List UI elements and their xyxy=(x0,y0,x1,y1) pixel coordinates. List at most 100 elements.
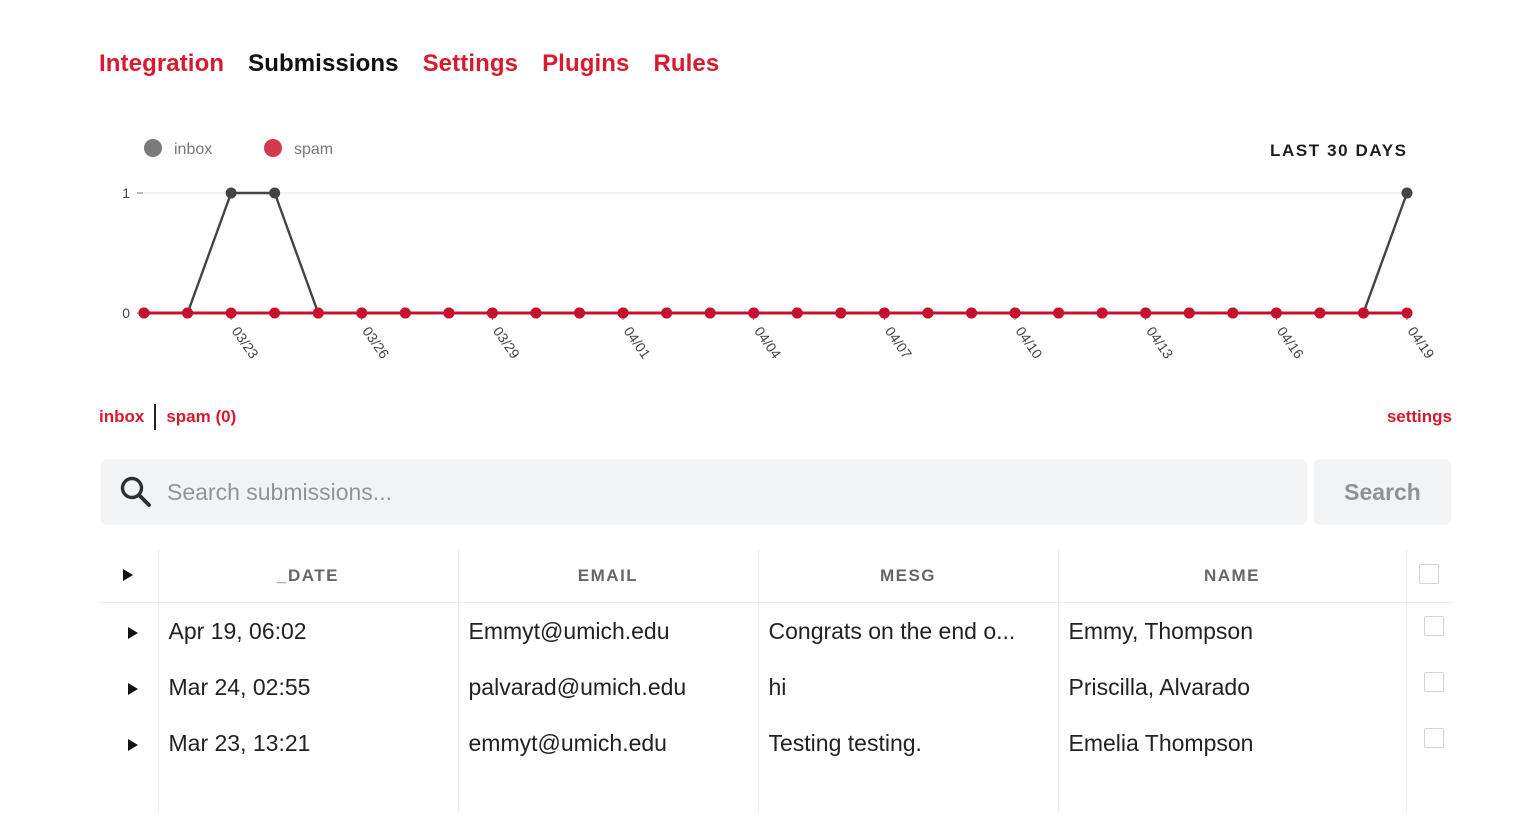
search-button[interactable]: Search xyxy=(1314,459,1451,525)
x-tick-label: 04/04 xyxy=(751,324,784,362)
expand-cell xyxy=(100,659,158,715)
inbox-series-line xyxy=(144,191,1409,315)
column-header-email[interactable]: EMAIL xyxy=(457,550,758,603)
x-tick-label: 04/13 xyxy=(1143,324,1176,362)
cell-mesg: hi xyxy=(757,659,1058,715)
row-checkbox[interactable] xyxy=(1423,615,1444,636)
expand-row-icon[interactable] xyxy=(128,626,139,639)
spam-point xyxy=(1140,307,1152,319)
search-input[interactable] xyxy=(165,477,1269,507)
tab-plugins[interactable]: Plugins xyxy=(542,50,629,78)
spam-point xyxy=(574,307,586,319)
cell-date: Apr 19, 06:02 xyxy=(157,602,458,659)
spam-point xyxy=(530,307,542,319)
subnav-divider xyxy=(154,404,157,430)
spam-point xyxy=(1009,307,1021,319)
spam-point xyxy=(312,307,324,319)
select-cell xyxy=(1405,715,1452,771)
column-header-name[interactable]: NAME xyxy=(1057,550,1406,603)
row-checkbox[interactable] xyxy=(1423,727,1444,748)
spam-point xyxy=(791,307,803,319)
spam-point xyxy=(965,307,977,319)
spam-link[interactable]: spam (0) xyxy=(166,407,236,427)
inbox-link[interactable]: inbox xyxy=(99,407,144,427)
mailbox-switcher: inbox spam (0) xyxy=(99,404,236,430)
spam-point xyxy=(704,307,716,319)
expand-cell xyxy=(100,603,158,660)
cell-name: Emmy, Thompson xyxy=(1057,602,1406,659)
tab-integration[interactable]: Integration xyxy=(99,50,224,78)
expand-all-icon[interactable] xyxy=(123,569,134,581)
y-tick-label: 1 xyxy=(122,185,130,201)
legend-marker-inbox xyxy=(144,139,162,157)
main-tabs: Integration Submissions Settings Plugins… xyxy=(99,50,719,78)
inbox-point xyxy=(1401,187,1413,199)
spam-point xyxy=(1183,307,1195,319)
expand-cell xyxy=(100,715,158,771)
cell-date: Mar 23, 13:21 xyxy=(157,715,458,771)
spam-point xyxy=(922,307,934,319)
expand-row-icon[interactable] xyxy=(128,738,139,751)
spam-point xyxy=(356,307,368,319)
x-tick-label: 03/29 xyxy=(490,324,523,362)
spam-point xyxy=(269,307,281,319)
cell-date: Mar 24, 02:55 xyxy=(157,659,458,715)
spam-point xyxy=(1357,307,1369,319)
spam-point xyxy=(1314,307,1326,319)
column-header-date[interactable]: _DATE xyxy=(157,550,458,603)
select-cell xyxy=(1405,602,1452,659)
legend-label-spam: spam xyxy=(294,141,333,158)
spam-point xyxy=(835,307,847,319)
x-tick-label: 03/23 xyxy=(229,324,262,362)
cell-email: palvarad@umich.edu xyxy=(457,659,758,715)
settings-link[interactable]: settings xyxy=(1387,407,1452,427)
x-tick-label: 04/01 xyxy=(621,324,654,362)
column-header-mesg[interactable]: MESG xyxy=(757,550,1058,603)
spam-point xyxy=(225,307,237,319)
table-row[interactable]: Mar 24, 02:55 palvarad@umich.edu hi Pris… xyxy=(100,659,1452,715)
search-icon xyxy=(120,476,151,507)
expand-all-cell xyxy=(100,550,158,603)
inbox-point xyxy=(269,187,281,199)
spam-point xyxy=(878,307,890,319)
legend-marker-spam xyxy=(264,139,282,157)
spam-point xyxy=(443,307,455,319)
spam-point xyxy=(1227,307,1239,319)
spam-point xyxy=(138,307,150,319)
spam-point xyxy=(486,307,498,319)
table-header-row: _DATE EMAIL MESG NAME xyxy=(100,550,1452,603)
cell-mesg: Congrats on the end o... xyxy=(757,602,1058,659)
cell-mesg: Testing testing. xyxy=(757,715,1058,771)
spam-point xyxy=(1096,307,1108,319)
tab-submissions[interactable]: Submissions xyxy=(248,50,398,78)
x-tick-label: 04/07 xyxy=(882,324,915,362)
x-tick-label: 03/26 xyxy=(359,324,392,362)
legend-label-inbox: inbox xyxy=(174,141,212,158)
x-tick-label: 04/19 xyxy=(1405,324,1438,362)
select-all-checkbox[interactable] xyxy=(1418,563,1439,584)
row-checkbox[interactable] xyxy=(1423,671,1444,692)
table-row[interactable]: Mar 23, 13:21 emmyt@umich.edu Testing te… xyxy=(100,715,1452,771)
tab-settings[interactable]: Settings xyxy=(423,50,518,78)
spam-point xyxy=(661,307,673,319)
cell-email: emmyt@umich.edu xyxy=(457,715,758,771)
tab-rules[interactable]: Rules xyxy=(653,50,719,78)
spam-point xyxy=(1053,307,1065,319)
x-tick-label: 04/16 xyxy=(1274,324,1307,362)
inbox-point xyxy=(225,187,237,199)
cell-email: Emmyt@umich.edu xyxy=(457,602,758,659)
spam-point xyxy=(399,307,411,319)
spam-point xyxy=(617,307,629,319)
table-row[interactable]: Apr 19, 06:02 Emmyt@umich.edu Congrats o… xyxy=(100,602,1452,660)
spam-point xyxy=(1270,307,1282,319)
spam-point xyxy=(1401,307,1413,319)
cell-name: Emelia Thompson xyxy=(1057,715,1406,771)
y-tick-label: 0 xyxy=(122,305,130,321)
select-all-cell xyxy=(1405,550,1452,603)
date-range-label[interactable]: LAST 30 DAYS xyxy=(1270,141,1408,161)
spam-point xyxy=(748,307,760,319)
table-filler-row xyxy=(100,771,1452,813)
expand-row-icon[interactable] xyxy=(128,682,139,695)
x-tick-label: 04/10 xyxy=(1013,324,1046,362)
select-cell xyxy=(1405,659,1452,715)
